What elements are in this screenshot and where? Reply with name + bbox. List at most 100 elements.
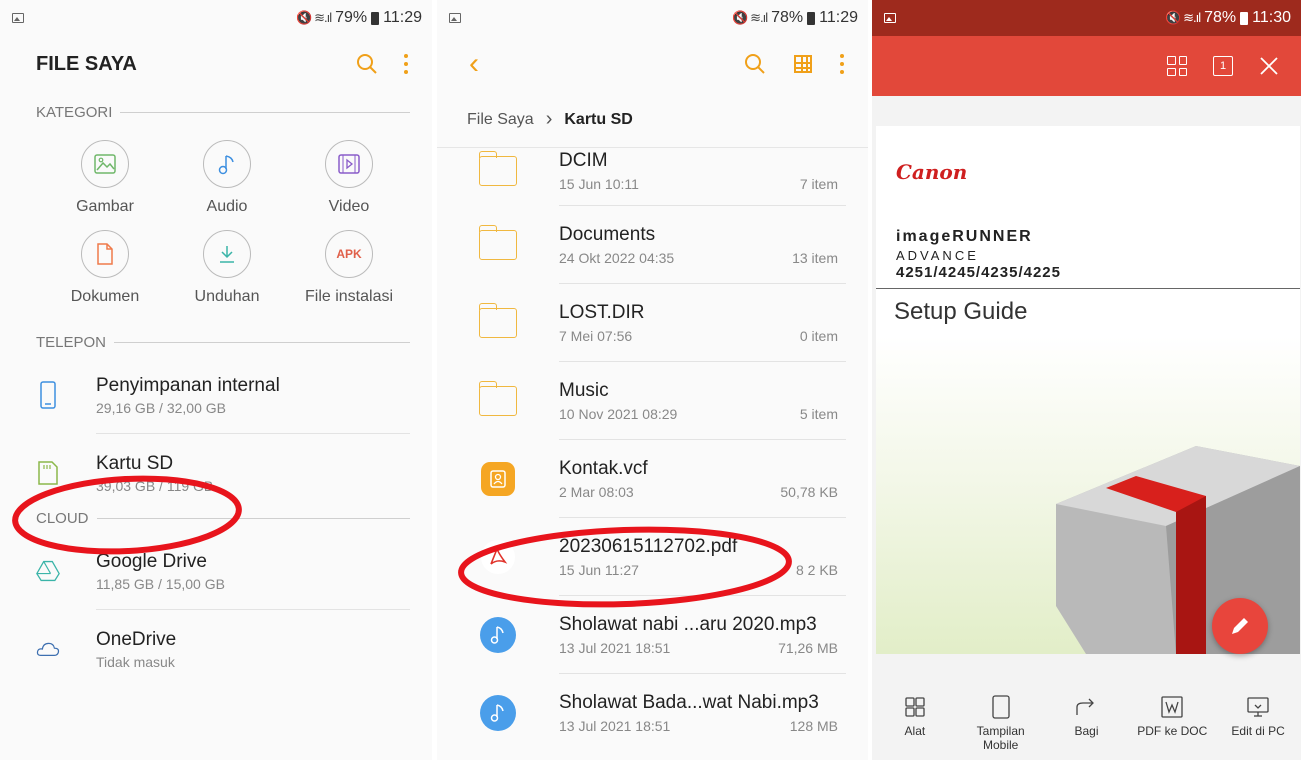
contact-file-icon xyxy=(481,462,515,496)
battery-percent: 78% xyxy=(1204,9,1237,26)
file-info: 7 item xyxy=(799,176,838,192)
toolbar-bagi[interactable]: Bagi xyxy=(1047,694,1125,760)
list-item-sholawat-2[interactable]: Sholawat Bada...wat Nabi.mp3 13 Jul 2021 … xyxy=(437,674,868,752)
page-title: FILE SAYA xyxy=(36,52,137,75)
list-item-kontak-vcf[interactable]: Kontak.vcf 2 Mar 08:03 50,78 KB xyxy=(437,440,868,518)
image-icon xyxy=(81,140,129,188)
toolbar-label: Edit di PC xyxy=(1231,724,1285,738)
status-bar: 🔇 ≋.ıl 78% 11:30 xyxy=(872,0,1301,36)
file-date: 13 Jul 2021 18:51 xyxy=(559,640,671,656)
file-name: Sholawat Bada...wat Nabi.mp3 xyxy=(559,692,819,713)
storage-name: Google Drive xyxy=(96,550,207,572)
list-item-dcim[interactable]: DCIM 15 Jun 10:11 7 item xyxy=(437,136,868,206)
storage-internal[interactable]: Penyimpanan internal 29,16 GB / 32,00 GB xyxy=(0,356,432,434)
list-item-documents[interactable]: Documents 24 Okt 2022 04:35 13 item xyxy=(437,206,868,284)
category-unduhan[interactable]: Unduhan xyxy=(166,230,288,306)
status-bar: 🔇 ≋.ıl 79% 11:29 xyxy=(0,0,432,36)
sd-card-icon xyxy=(36,459,60,487)
pdf-to-doc-icon xyxy=(1161,694,1183,720)
file-name: Documents xyxy=(559,224,656,245)
document-icon xyxy=(81,230,129,278)
category-audio[interactable]: Audio xyxy=(166,140,288,216)
storage-name: Kartu SD xyxy=(96,452,174,474)
toolbar-tampilan-mobile[interactable]: Tampilan Mobile xyxy=(962,694,1040,760)
file-info: 50,78 KB xyxy=(780,484,838,500)
section-label: TELEPON xyxy=(36,333,107,351)
category-label: Audio xyxy=(206,198,248,215)
folder-icon xyxy=(478,225,517,260)
file-info: 5 item xyxy=(799,406,838,422)
model-line-3: 4251/4245/4235/4225 xyxy=(896,264,1061,281)
brand-logo: Canon xyxy=(896,160,968,184)
more-options-icon[interactable] xyxy=(840,54,844,74)
bottom-toolbar: Alat Tampilan Mobile Bagi PDF ke DOC Edi… xyxy=(872,680,1301,760)
toolbar-alat[interactable]: Alat xyxy=(876,694,954,760)
pdf-viewer-screen: 🔇 ≋.ıl 78% 11:30 1 Canon imageRUNNER ADV… xyxy=(872,0,1301,760)
file-saya-screen: 🔇 ≋.ıl 79% 11:29 FILE SAYA KATEGORI Gamb… xyxy=(0,0,432,760)
file-name: Sholawat nabi ...aru 2020.mp3 xyxy=(559,614,817,635)
section-kategori: KATEGORI xyxy=(0,98,432,126)
toolbar-label: Bagi xyxy=(1074,724,1099,738)
toolbar-pdf-ke-doc[interactable]: PDF ke DOC xyxy=(1133,694,1211,760)
more-options-icon[interactable] xyxy=(404,54,408,74)
storage-onedrive[interactable]: OneDrive Tidak masuk xyxy=(0,610,432,688)
page-grid-icon[interactable] xyxy=(1167,56,1187,76)
file-name: Music xyxy=(559,380,609,401)
onedrive-icon xyxy=(36,635,60,663)
category-video[interactable]: Video xyxy=(288,140,410,216)
list-item-sholawat-1[interactable]: Sholawat nabi ...aru 2020.mp3 13 Jul 2021… xyxy=(437,596,868,674)
clock: 11:29 xyxy=(819,9,858,26)
toolbar-edit-di-pc[interactable]: Edit di PC xyxy=(1219,694,1297,760)
list-item-pdf[interactable]: 20230615112702.pdf 15 Jun 11:27 8 2 KB xyxy=(437,518,868,596)
battery-icon xyxy=(1240,11,1249,25)
pdf-page[interactable]: Canon imageRUNNER ADVANCE 4251/4245/4235… xyxy=(876,126,1300,654)
file-list: DCIM 15 Jun 10:11 7 item Documents 24 Okt 2… xyxy=(437,136,868,752)
file-name: LOST.DIR xyxy=(559,302,645,323)
storage-size: Tidak masuk xyxy=(96,653,175,670)
file-date: 13 Jul 2021 18:51 xyxy=(559,718,671,734)
category-label: Gambar xyxy=(76,198,134,215)
apk-icon: APK xyxy=(325,230,373,278)
category-file-instalasi[interactable]: APK File instalasi xyxy=(288,230,410,306)
page-number-button[interactable]: 1 xyxy=(1213,56,1233,76)
clock: 11:30 xyxy=(1252,9,1291,26)
file-info: 0 item xyxy=(799,328,838,344)
file-date: 2 Mar 08:03 xyxy=(559,484,634,500)
edit-fab[interactable] xyxy=(1212,598,1268,654)
list-item-lost-dir[interactable]: LOST.DIR 7 Mei 07:56 0 item xyxy=(437,284,868,362)
file-name: DCIM xyxy=(559,150,608,171)
google-drive-icon xyxy=(36,557,60,585)
storage-name: OneDrive xyxy=(96,628,177,650)
battery-icon xyxy=(371,11,380,25)
breadcrumb-root[interactable]: File Saya xyxy=(467,111,534,129)
category-dokumen[interactable]: Dokumen xyxy=(44,230,166,306)
chevron-right-icon: › xyxy=(545,108,553,130)
file-date: 7 Mei 07:56 xyxy=(559,328,633,344)
back-arrow-icon[interactable]: ‹ xyxy=(469,49,479,79)
close-icon[interactable] xyxy=(1259,56,1279,76)
grid-view-icon[interactable] xyxy=(794,55,812,73)
storage-google-drive[interactable]: Google Drive 11,85 GB / 15,00 GB xyxy=(0,532,432,610)
music-note-icon xyxy=(203,140,251,188)
clock: 11:29 xyxy=(383,9,422,26)
storage-kartu-sd[interactable]: Kartu SD 39,03 GB / 119 GB xyxy=(0,434,432,512)
section-label: CLOUD xyxy=(36,509,89,527)
edit-on-pc-icon xyxy=(1247,694,1269,720)
battery-percent: 78% xyxy=(771,9,804,26)
file-info: 128 MB xyxy=(789,718,838,734)
category-gambar[interactable]: Gambar xyxy=(44,140,166,216)
viewer-toolbar: 1 xyxy=(872,36,1301,96)
category-label: File instalasi xyxy=(304,288,394,305)
music-note-icon xyxy=(480,695,516,731)
status-bar: 🔇 ≋.ıl 78% 11:29 xyxy=(437,0,868,36)
file-name: 20230615112702.pdf xyxy=(559,536,738,557)
search-icon[interactable] xyxy=(744,53,766,75)
list-item-music[interactable]: Music 10 Nov 2021 08:29 5 item xyxy=(437,362,868,440)
battery-icon xyxy=(807,11,816,25)
mute-wifi-signal-icon: 🔇 ≋.ıl xyxy=(296,10,332,25)
search-icon[interactable] xyxy=(356,53,378,75)
file-date: 15 Jun 11:27 xyxy=(559,562,639,578)
phone-icon xyxy=(36,381,60,409)
storage-size: 11,85 GB / 15,00 GB xyxy=(96,575,225,592)
battery-percent: 79% xyxy=(335,9,368,26)
